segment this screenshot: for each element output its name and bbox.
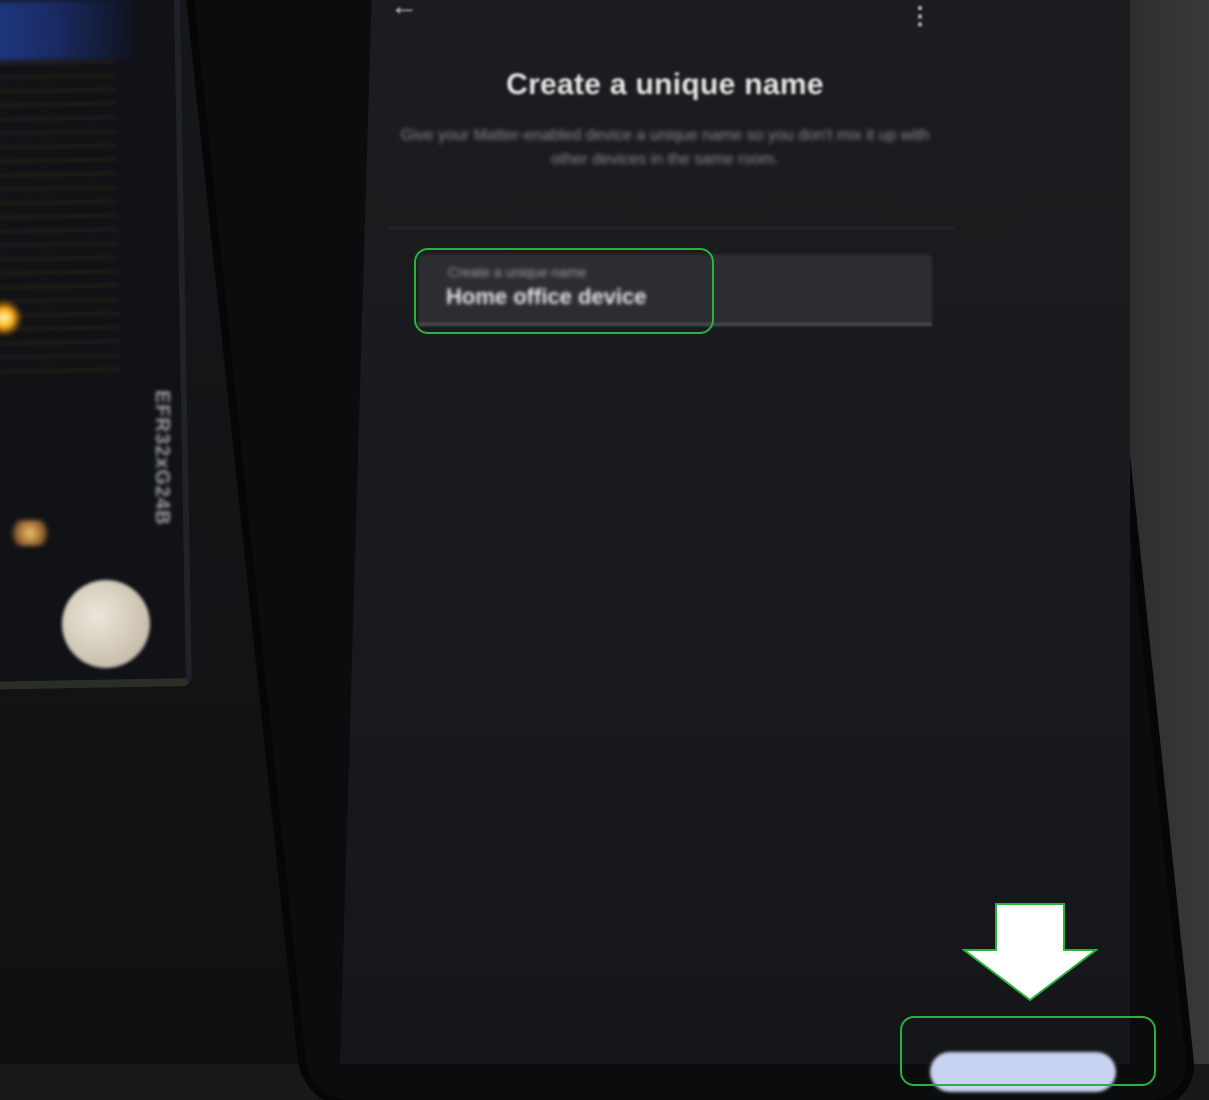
field-highlight-box: [414, 248, 714, 334]
board-label: EFR32xG24B: [151, 390, 173, 526]
page-description: Give your Matter-enabled device a unique…: [400, 127, 930, 168]
more-options-icon[interactable]: ⋮: [908, 2, 932, 31]
board-blue-area: [0, 0, 136, 62]
page-title: Create a unique name: [506, 68, 824, 101]
button-highlight-box: [900, 1016, 1156, 1086]
board-traces: [0, 59, 121, 382]
back-arrow-icon[interactable]: ←: [390, 0, 418, 22]
down-arrow-icon: [962, 903, 1098, 1002]
board-knob: [62, 580, 150, 668]
divider: [388, 227, 954, 229]
board-component: [10, 520, 50, 546]
